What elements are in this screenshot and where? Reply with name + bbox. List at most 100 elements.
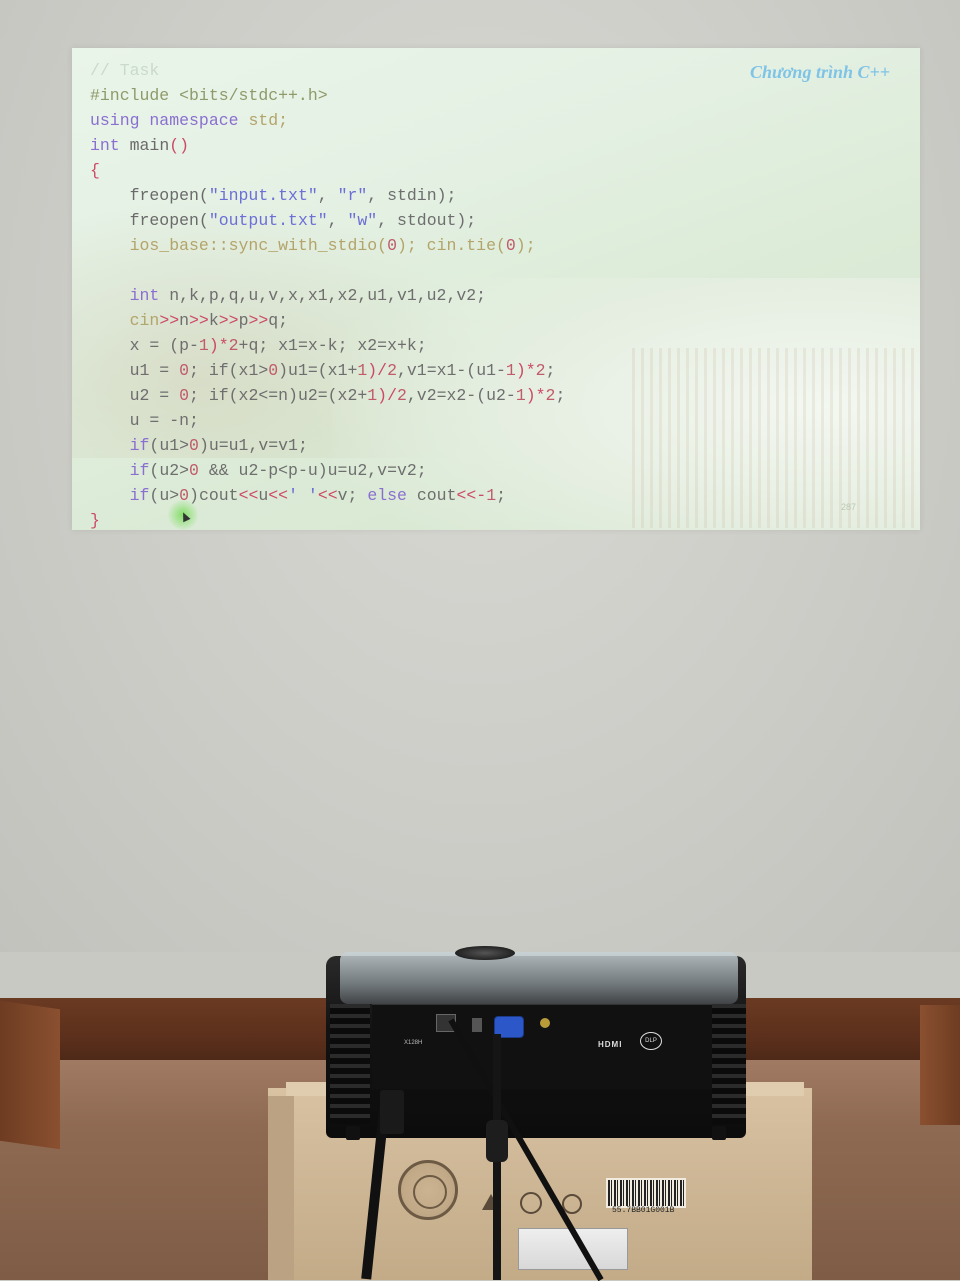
code-token: ' ' bbox=[288, 486, 318, 505]
box-side bbox=[268, 1096, 294, 1280]
code-token: 1 bbox=[506, 361, 516, 380]
code-token: ); bbox=[516, 236, 536, 255]
code-token: 1 bbox=[516, 386, 526, 405]
code-token: ; bbox=[496, 486, 506, 505]
code-token: , stdin); bbox=[367, 186, 456, 205]
code-line: x = (p-1)*2+q; x1=x-k; x2=x+k; bbox=[90, 333, 565, 358]
code-token: "w" bbox=[347, 211, 377, 230]
code-token: x = (p- bbox=[90, 336, 199, 355]
code-token: int bbox=[90, 286, 169, 305]
code-token: n bbox=[179, 311, 189, 330]
code-token: )/ bbox=[367, 361, 387, 380]
code-token: 2 bbox=[229, 336, 239, 355]
code-line: #include <bits/stdc++.h> bbox=[90, 83, 565, 108]
code-line: freopen("input.txt", "r", stdin); bbox=[90, 183, 565, 208]
projector-right-vents bbox=[712, 1004, 746, 1124]
code-line: if(u2>0 && u2-p<p-u)u=u2,v=v2; bbox=[90, 458, 565, 483]
code-token: u1 = bbox=[90, 361, 179, 380]
code-token: if bbox=[90, 486, 149, 505]
projector-rear-panel bbox=[372, 1004, 712, 1089]
code-token: 0 bbox=[387, 236, 397, 255]
desk-left-edge bbox=[0, 1001, 60, 1149]
slide-page-number: 287 bbox=[841, 502, 856, 512]
code-token: std; bbox=[248, 111, 288, 130]
code-line: using namespace std; bbox=[90, 108, 565, 133]
code-token: () bbox=[169, 136, 189, 155]
projector-lens bbox=[455, 946, 515, 960]
code-token: ); cin.tie( bbox=[397, 236, 506, 255]
code-token: cin bbox=[90, 311, 159, 330]
code-line bbox=[90, 258, 565, 283]
projector-plastic-wrap bbox=[340, 952, 738, 1004]
code-token: } bbox=[90, 511, 100, 530]
code-line: u1 = 0; if(x1>0)u1=(x1+1)/2,v1=x1-(u1-1)… bbox=[90, 358, 565, 383]
code-line: if(u>0)cout<<u<<' '<<v; else cout<<-1; bbox=[90, 483, 565, 508]
box-seal-stamp bbox=[398, 1160, 458, 1220]
code-token: , bbox=[318, 186, 338, 205]
code-token: ; bbox=[546, 361, 556, 380]
code-token: v; bbox=[338, 486, 368, 505]
code-line: // Task bbox=[90, 58, 565, 83]
code-token: +q; x1=x-k; x2=x+k; bbox=[239, 336, 427, 355]
code-token: 2 bbox=[536, 361, 546, 380]
code-token: (u2> bbox=[149, 461, 189, 480]
code-line: freopen("output.txt", "w", stdout); bbox=[90, 208, 565, 233]
code-token: ; if(x2<=n)u2=(x2+ bbox=[189, 386, 367, 405]
code-token: if bbox=[90, 436, 149, 455]
slide-title: Chương trình C++ bbox=[750, 62, 890, 83]
code-line: ios_base::sync_with_stdio(0); cin.tie(0)… bbox=[90, 233, 565, 258]
code-token: if bbox=[90, 461, 149, 480]
code-token: 0 bbox=[268, 361, 278, 380]
code-token: 1 bbox=[199, 336, 209, 355]
barcode bbox=[606, 1178, 686, 1208]
code-line: int n,k,p,q,u,v,x,x1,x2,u1,v1,u2,v2; bbox=[90, 283, 565, 308]
code-token: u = -n; bbox=[90, 411, 199, 430]
code-token: 2 bbox=[397, 386, 407, 405]
projector-left-vents bbox=[330, 1004, 370, 1124]
projector-model-label: X128H bbox=[404, 1040, 422, 1046]
code-token: )* bbox=[516, 361, 536, 380]
projector-foot-left bbox=[346, 1126, 360, 1140]
code-token: ios_base::sync_with_stdio( bbox=[90, 236, 387, 255]
projector-foot-right bbox=[712, 1126, 726, 1140]
code-token: )u1=(x1+ bbox=[278, 361, 357, 380]
code-token: >> bbox=[248, 311, 268, 330]
code-block: // Task#include <bits/stdc++.h>using nam… bbox=[90, 58, 565, 530]
code-token: main bbox=[130, 136, 170, 155]
code-token: 1 bbox=[367, 386, 377, 405]
code-token: ; bbox=[555, 386, 565, 405]
recycle-icon bbox=[520, 1192, 542, 1214]
code-token: (u1> bbox=[149, 436, 189, 455]
projected-slide: Chương trình C++ // Task#include <bits/s… bbox=[72, 48, 920, 530]
code-token: )* bbox=[209, 336, 229, 355]
code-token: 0 bbox=[189, 461, 199, 480]
code-line: } bbox=[90, 508, 565, 530]
background-trees bbox=[632, 348, 920, 528]
code-token: "r" bbox=[338, 186, 368, 205]
code-token: )/ bbox=[377, 386, 397, 405]
code-token: )* bbox=[526, 386, 546, 405]
usb-port bbox=[472, 1018, 482, 1032]
code-token: p bbox=[239, 311, 249, 330]
code-token: ; if(x1> bbox=[189, 361, 268, 380]
code-token: "input.txt" bbox=[209, 186, 318, 205]
code-token: 2 bbox=[387, 361, 397, 380]
code-line: { bbox=[90, 158, 565, 183]
code-token: >> bbox=[219, 311, 239, 330]
code-token: int bbox=[90, 136, 130, 155]
code-token: << bbox=[268, 486, 288, 505]
code-token: >> bbox=[159, 311, 179, 330]
code-token: 0 bbox=[179, 386, 189, 405]
code-token: n,k,p,q,u,v,x,x1,x2,u1,v1,u2,v2; bbox=[169, 286, 486, 305]
code-token: u2 = bbox=[90, 386, 179, 405]
code-token: freopen( bbox=[90, 186, 209, 205]
code-token: <<- bbox=[456, 486, 486, 505]
code-token: freopen( bbox=[90, 211, 209, 230]
code-token: { bbox=[90, 161, 100, 180]
code-token: using namespace bbox=[90, 111, 248, 130]
code-token: 0 bbox=[506, 236, 516, 255]
code-token: 0 bbox=[179, 361, 189, 380]
code-token: << bbox=[239, 486, 259, 505]
code-token: ,v2=x2-(u2- bbox=[407, 386, 516, 405]
code-token: << bbox=[318, 486, 338, 505]
